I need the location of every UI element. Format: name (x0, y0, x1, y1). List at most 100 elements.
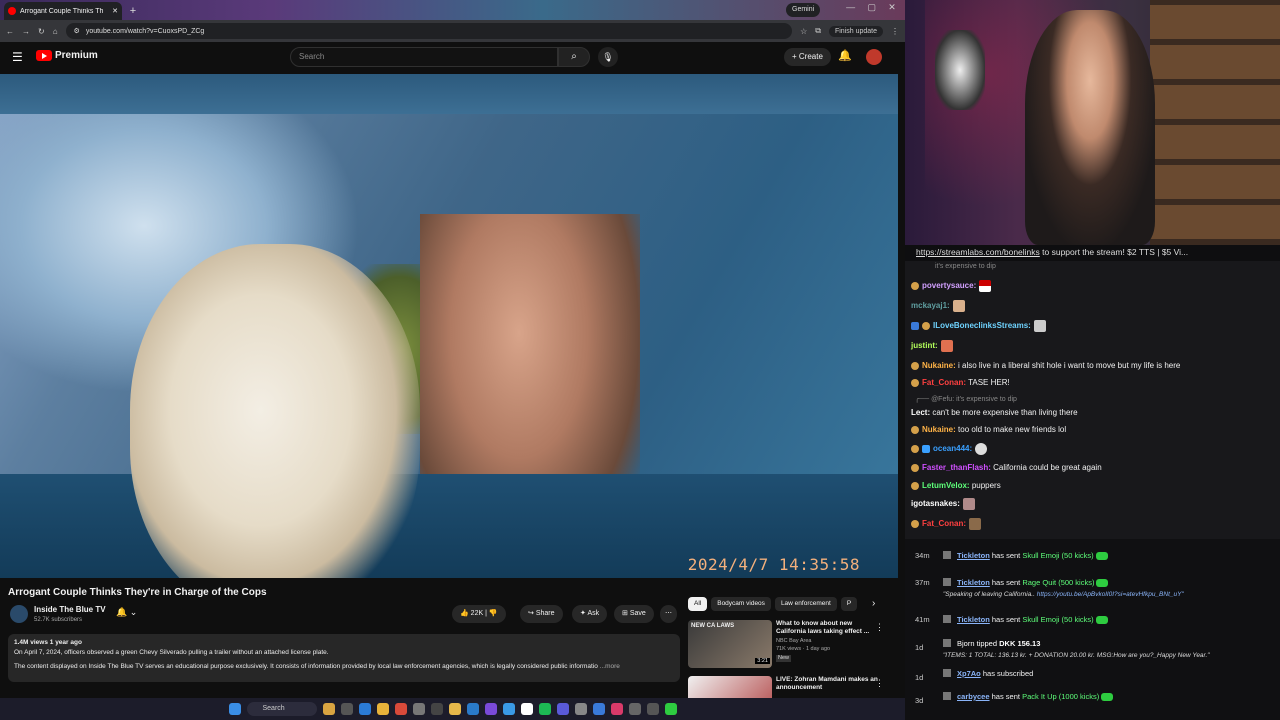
app-icon[interactable] (430, 703, 443, 715)
maximize-icon[interactable]: ▢ (867, 2, 876, 18)
chat-username[interactable]: Fat_Conan: (922, 378, 966, 387)
app-icon[interactable] (412, 703, 425, 715)
close-tab-icon[interactable]: ✕ (112, 7, 118, 15)
taskbar-search[interactable]: Search (246, 702, 317, 716)
subscribe-bell-icon[interactable]: 🔔 ⌄ (116, 607, 137, 618)
event-user[interactable]: Tickleton (957, 615, 990, 624)
search-input[interactable]: Search (290, 47, 558, 67)
chat-username[interactable]: Fat_Conan: (922, 519, 966, 528)
app-icon[interactable] (592, 703, 605, 715)
description-more-link[interactable]: ...more (600, 663, 620, 670)
back-icon[interactable]: ← (6, 27, 14, 36)
chat-message: justint: (911, 340, 953, 352)
create-button[interactable]: + Create (784, 48, 831, 66)
avatar[interactable] (866, 49, 882, 65)
close-window-icon[interactable]: ✕ (888, 2, 896, 18)
channel-name[interactable]: Inside The Blue TV (34, 605, 106, 614)
app-icon[interactable] (664, 703, 677, 715)
chat-username[interactable]: Nukaine: (922, 361, 956, 370)
bookmark-star-icon[interactable]: ☆ (800, 27, 807, 36)
share-label: Share (535, 610, 555, 617)
event-user[interactable]: Tickleton (957, 578, 990, 587)
donation-link[interactable]: https://streamlabs.com/bonelinks (916, 247, 1040, 257)
app-icon[interactable] (466, 703, 479, 715)
badge-icon (911, 520, 919, 528)
recommended-video[interactable]: NEW CA LAWS 3:21 What to know about new … (688, 620, 888, 674)
ask-button[interactable]: ✦ Ask (572, 605, 608, 623)
badge-icon (911, 425, 919, 434)
new-tab-button[interactable]: + (126, 4, 140, 18)
app-icon[interactable] (502, 703, 515, 715)
gemini-button[interactable]: Gemini (786, 3, 821, 17)
microphone-icon[interactable]: 🎙 (598, 47, 618, 67)
rec-menu-icon[interactable]: ⋮ (875, 622, 884, 633)
home-icon[interactable]: ⌂ (53, 27, 58, 36)
description-stats: 1.4M views 1 year ago (14, 639, 82, 646)
video-player[interactable]: 2024/4/7 14:35:58 (0, 74, 898, 578)
chat-username[interactable]: Lect: (911, 408, 930, 417)
app-icon[interactable] (394, 703, 407, 715)
channel-subscribers: 52.7K subscribers (34, 617, 83, 623)
notifications-bell-icon[interactable]: 🔔 (838, 49, 852, 62)
app-icon[interactable] (556, 703, 569, 715)
save-button[interactable]: ⊞ Save (614, 605, 654, 623)
forward-icon[interactable]: → (22, 27, 30, 36)
address-bar[interactable]: ⚙ youtube.com/watch?v=CuoxsPD_ZCg (65, 23, 793, 39)
chat-message: LetumVelox: puppers (911, 480, 1001, 492)
chip-partial[interactable]: P (840, 597, 858, 611)
chrome-icon[interactable] (376, 703, 389, 715)
site-info-icon[interactable]: ⚙ (74, 27, 80, 35)
edge-icon[interactable] (358, 703, 371, 715)
event-user[interactable]: Xp7Ao (957, 669, 981, 678)
task-view-icon[interactable] (340, 703, 353, 715)
chip-all[interactable]: All (688, 597, 708, 611)
minimize-icon[interactable]: — (846, 2, 855, 18)
hamburger-menu-icon[interactable]: ☰ (12, 51, 24, 63)
chat-username[interactable]: ILoveBoneclinksStreams: (933, 321, 1031, 330)
extensions-icon[interactable]: ⧉ (815, 26, 821, 36)
rec-thumbnail[interactable] (688, 676, 772, 698)
share-button[interactable]: ↪ Share (520, 605, 563, 623)
app-icon[interactable] (574, 703, 587, 715)
event-user[interactable]: carbycee (957, 692, 990, 701)
app-icon[interactable] (646, 703, 659, 715)
more-actions-icon[interactable]: ⋯ (660, 605, 677, 623)
chip-law-enforcement[interactable]: Law enforcement (774, 597, 837, 611)
video-description[interactable]: 1.4M views 1 year ago On April 7, 2024, … (8, 634, 680, 682)
browser-menu-icon[interactable]: ⋮ (891, 27, 899, 36)
widgets-icon[interactable] (322, 703, 335, 715)
chat-username[interactable]: igotasnakes: (911, 499, 960, 508)
app-icon[interactable] (520, 703, 533, 715)
chat-username[interactable]: ocean444: (933, 444, 972, 453)
like-button[interactable]: 👍 22K | 👎 (452, 605, 506, 623)
chip-next-icon[interactable]: › (872, 598, 875, 609)
youtube-logo[interactable]: Premium (36, 50, 98, 61)
browser-tab[interactable]: Arrogant Couple Thinks Th ✕ (4, 2, 122, 20)
chat-username[interactable]: Faster_thanFlash: (922, 463, 991, 472)
event-user[interactable]: Bjorn tipped (957, 639, 997, 648)
start-icon[interactable] (228, 703, 241, 715)
chat-username[interactable]: povertysauce: (922, 281, 976, 290)
chat-message: ILoveBoneclinksStreams: (911, 320, 1046, 332)
recommended-video[interactable]: LIVE: Zohran Mamdani makes an announceme… (688, 676, 888, 698)
finish-update-button[interactable]: Finish update (828, 25, 883, 37)
chat-username[interactable]: LetumVelox: (922, 481, 970, 490)
search-icon[interactable]: ⌕ (558, 47, 590, 67)
tip-icon (943, 639, 951, 647)
chip-bodycam[interactable]: Bodycam videos (711, 597, 771, 611)
reload-icon[interactable]: ↻ (38, 27, 45, 36)
chat-message: mckayaj1: (911, 300, 965, 312)
event-message-link[interactable]: https://youtu.be/ApBvkolI0I?si=atevHfkpu… (1037, 591, 1184, 598)
app-icon[interactable] (628, 703, 641, 715)
chat-text: can't be more expensive than living ther… (932, 408, 1078, 417)
file-explorer-icon[interactable] (448, 703, 461, 715)
channel-avatar[interactable] (10, 605, 28, 623)
chat-username[interactable]: justint: (911, 341, 938, 350)
spotify-icon[interactable] (538, 703, 551, 715)
rec-menu-icon[interactable]: ⋮ (875, 678, 884, 689)
chat-username[interactable]: Nukaine: (922, 425, 956, 434)
app-icon[interactable] (610, 703, 623, 715)
event-user[interactable]: Tickleton (957, 551, 990, 560)
chat-username[interactable]: mckayaj1: (911, 301, 950, 310)
app-icon[interactable] (484, 703, 497, 715)
